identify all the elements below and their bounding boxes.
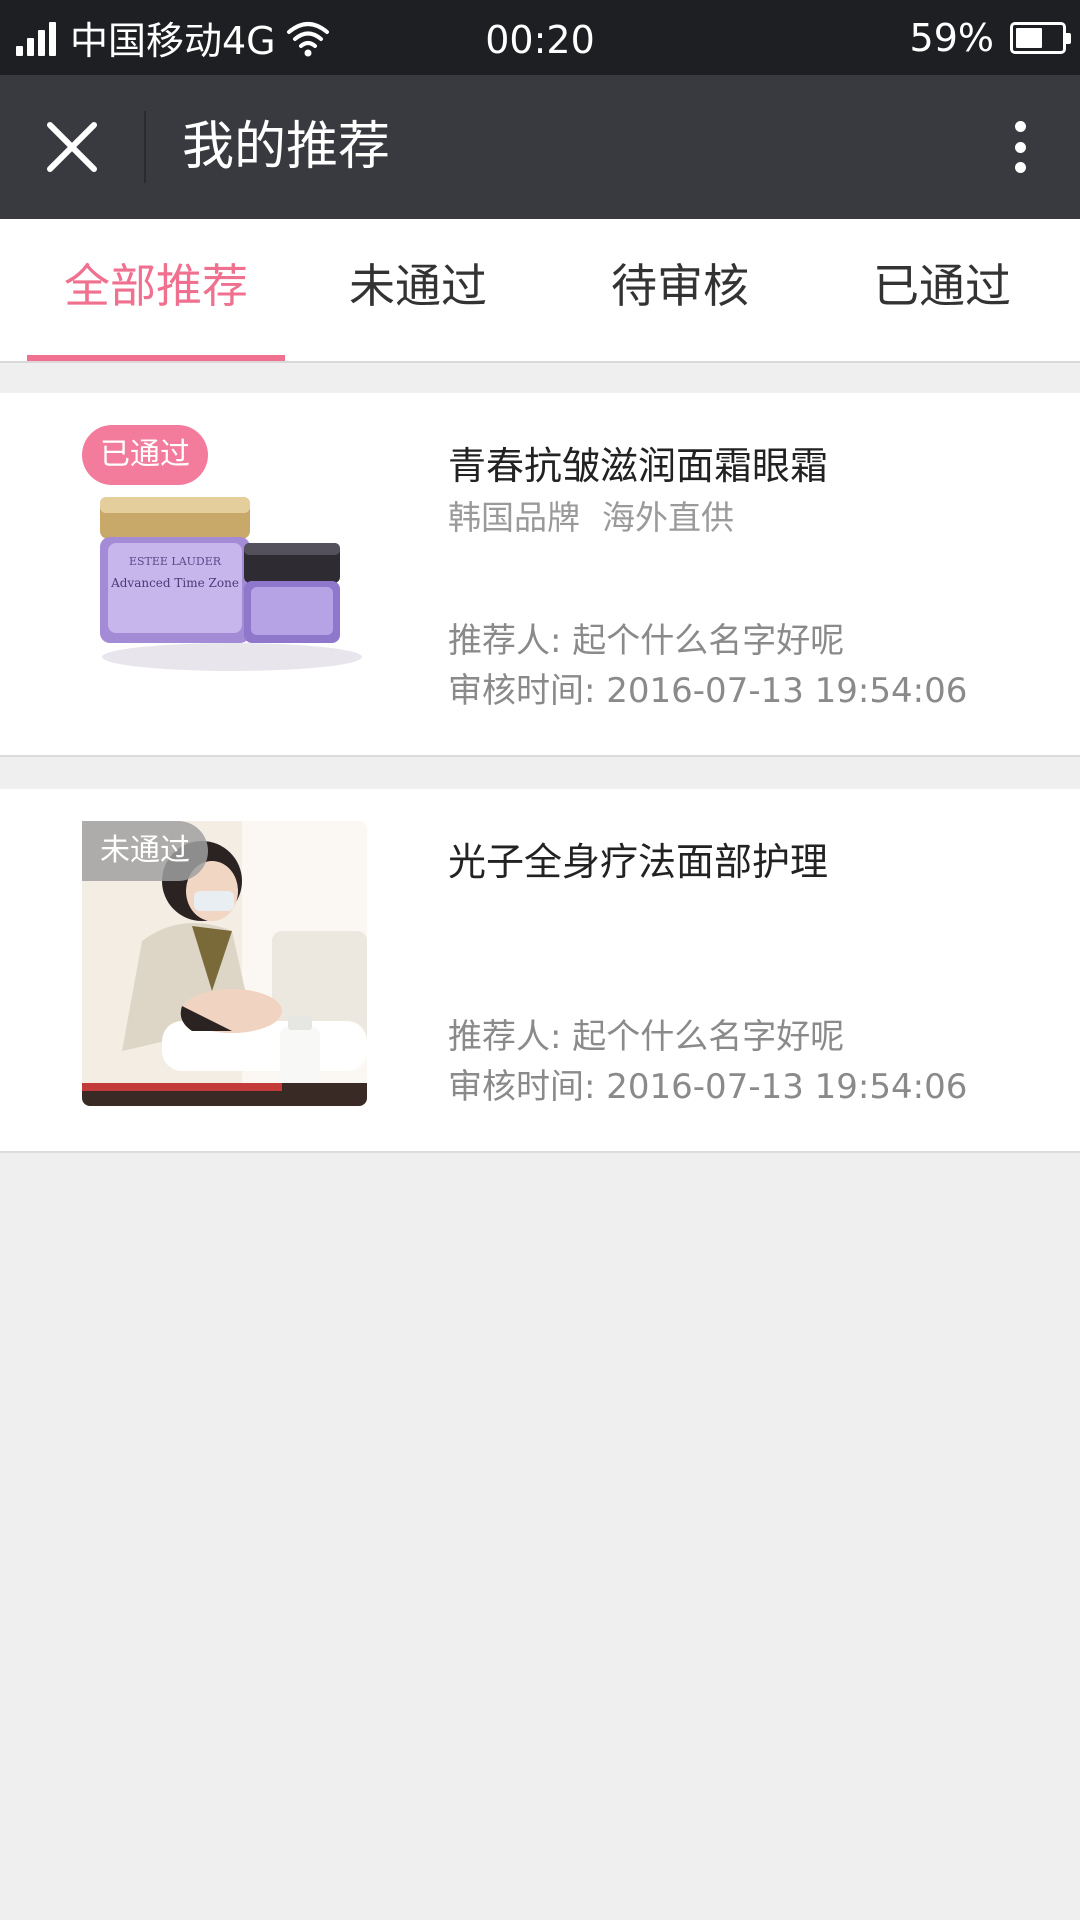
tab-all[interactable]: 全部推荐 (27, 219, 285, 361)
nav-divider (144, 111, 146, 183)
tab-approved[interactable]: 已通过 (812, 219, 1072, 361)
filter-tabs: 全部推荐 未通过 待审核 已通过 (0, 219, 1080, 363)
status-badge: 已通过 (82, 425, 208, 485)
close-button[interactable] (36, 111, 108, 183)
item-tag: 海外直供 (602, 498, 734, 537)
battery-percent: 59% (909, 15, 994, 60)
page-title: 我的推荐 (182, 117, 391, 177)
jar-product-text: Advanced Time Zone (110, 576, 239, 590)
more-dots-icon (1014, 121, 1026, 132)
item-referrer: 推荐人: 起个什么名字好呢 (448, 621, 845, 661)
more-dot (1014, 162, 1026, 173)
item-review-time: 审核时间: 2016-07-13 19:54:06 (448, 671, 968, 711)
status-right: 59% (909, 0, 1071, 75)
tab-rejected[interactable]: 未通过 (288, 219, 548, 361)
list-item[interactable]: ESTEE LAUDER Advanced Time Zone 已通过 青春抗皱… (0, 393, 1080, 757)
item-referrer: 推荐人: 起个什么名字好呢 (448, 1017, 845, 1057)
item-title: 青春抗皱滋润面霜眼霜 (448, 444, 829, 488)
tab-pending[interactable]: 待审核 (550, 219, 810, 361)
close-icon (47, 122, 97, 172)
item-tag: 韩国品牌 (448, 498, 580, 537)
nav-bar: 我的推荐 (0, 75, 1080, 219)
battery-icon (1010, 21, 1071, 54)
more-menu-button[interactable] (1000, 115, 1040, 179)
jar-brand-text: ESTEE LAUDER (129, 555, 222, 568)
item-title: 光子全身疗法面部护理 (448, 840, 829, 884)
status-badge: 未通过 (82, 821, 208, 881)
more-dot (1014, 141, 1026, 153)
item-review-time: 审核时间: 2016-07-13 19:54:06 (448, 1067, 968, 1107)
list-item[interactable]: 未通过 光子全身疗法面部护理 推荐人: 起个什么名字好呢 审核时间: 2016-… (0, 789, 1080, 1153)
battery-fill (1016, 27, 1042, 48)
item-tags: 韩国品牌 海外直供 (448, 491, 734, 539)
status-bar: 中国移动4G 00:20 59% (0, 0, 1080, 75)
